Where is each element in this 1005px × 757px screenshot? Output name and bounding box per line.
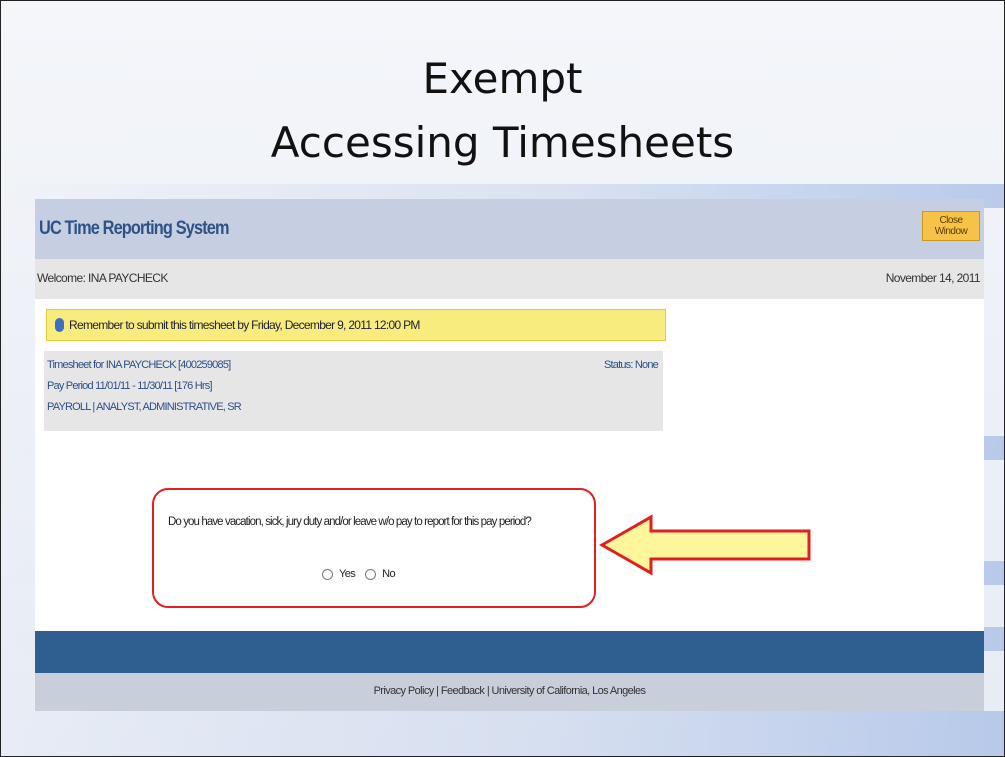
status-link[interactable]: Status: None [604,359,659,371]
slide-title-line1: Exempt [422,54,583,103]
privacy-policy-link[interactable]: Privacy Policy [374,685,435,697]
question-highlight-box: Do you have vacation, sick, jury duty an… [152,488,596,608]
close-window-button[interactable]: Close Window [922,211,980,241]
footer-separator: | [436,685,439,697]
pointer-arrow [599,514,811,576]
welcome-text: Welcome: INA PAYCHECK [37,271,168,285]
app-title: UC Time Reporting System [39,218,230,239]
yes-label: Yes [339,568,356,580]
feedback-link[interactable]: Feedback [441,685,485,697]
university-link[interactable]: University of California, Los Angeles [492,685,646,697]
pay-period-link[interactable]: Pay Period 11/01/11 - 11/30/11 [176 Hrs] [47,380,213,392]
current-date: November 14, 2011 [885,271,981,285]
footer-separator: | [486,685,490,697]
no-label: No [382,568,396,580]
answer-radio-group: Yes No [322,568,396,580]
reminder-banner: Remember to submit this timesheet by Fri… [46,309,666,341]
reminder-text: Remember to submit this timesheet by Fri… [69,318,420,332]
app-screenshot: UC Time Reporting System Close Window We… [35,199,984,711]
footer-links-bar: Privacy Policy | Feedback | University o… [35,673,984,711]
slide-title-line2: Accessing Timesheets [270,118,735,167]
slide: Exempt Accessing Timesheets UC Time Repo… [0,0,1005,757]
footer-links: Privacy Policy | Feedback | University o… [35,685,984,697]
info-icon [55,318,64,332]
yes-radio[interactable] [322,568,333,580]
timesheet-info-panel: Timesheet for INA PAYCHECK [400259085] P… [44,351,663,431]
welcome-bar: Welcome: INA PAYCHECK November 14, 2011 [35,259,984,299]
timesheet-owner-link[interactable]: Timesheet for INA PAYCHECK [400259085] [47,359,231,371]
no-radio[interactable] [365,568,377,580]
footer-bar [35,631,984,673]
app-header: UC Time Reporting System Close Window [35,199,984,259]
background-band [1,711,1004,756]
question-text: Do you have vacation, sick, jury duty an… [168,516,532,528]
job-title-link[interactable]: PAYROLL | ANALYST, ADMINISTRATIVE, SR [47,401,242,413]
